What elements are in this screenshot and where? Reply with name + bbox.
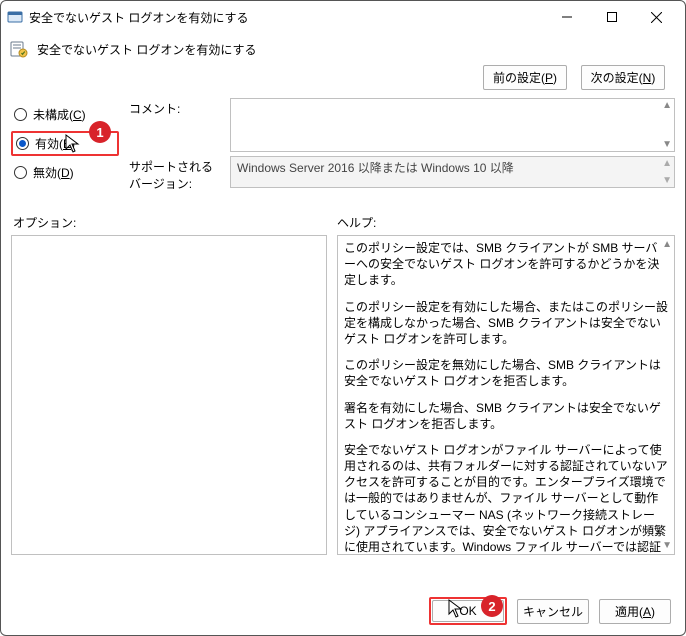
scroll-up-icon[interactable]: ▲: [662, 238, 672, 252]
help-label: ヘルプ:: [337, 214, 376, 231]
policy-title: 安全でないゲスト ログオンを有効にする: [37, 41, 677, 58]
window-title: 安全でないゲスト ログオンを有効にする: [29, 9, 544, 26]
help-text: このポリシー設定を無効にした場合、SMB クライアントは安全でないゲスト ログオ…: [344, 357, 668, 389]
scroll-down-icon: ▼: [662, 175, 672, 186]
footer-buttons: OK キャンセル 適用(A): [429, 597, 671, 625]
maximize-button[interactable]: [589, 2, 634, 32]
options-label: オプション:: [13, 214, 337, 231]
help-text: このポリシー設定では、SMB クライアントが SMB サーバーへの安全でないゲス…: [344, 240, 668, 289]
window-controls: [544, 2, 679, 32]
scroll-down-icon[interactable]: ▼: [662, 139, 672, 150]
help-text: このポリシー設定を有効にした場合、またはこのポリシー設定を構成しなかった場合、S…: [344, 299, 668, 348]
annotation-callout-1: 1: [89, 121, 111, 143]
radio-icon: [14, 108, 27, 121]
close-button[interactable]: [634, 2, 679, 32]
comment-label: コメント:: [129, 98, 224, 152]
options-pane: [11, 235, 327, 555]
supported-on-box: Windows Server 2016 以降または Windows 10 以降 …: [230, 156, 675, 188]
radio-disabled[interactable]: 無効(D): [11, 162, 119, 183]
help-text: 安全でないゲスト ログオンがファイル サーバーによって使用されるのは、共有フォル…: [344, 442, 668, 555]
app-icon: [7, 9, 23, 25]
minimize-button[interactable]: [544, 2, 589, 32]
supported-on-value: Windows Server 2016 以降または Windows 10 以降: [237, 161, 514, 175]
state-radio-group: 未構成(C) 有効(E) 無効(D): [11, 98, 119, 196]
header-row: 安全でないゲスト ログオンを有効にする: [1, 33, 685, 59]
help-text: 署名を有効にした場合、SMB クライアントは安全でないゲスト ログオンを拒否しま…: [344, 400, 668, 432]
apply-button[interactable]: 適用(A): [599, 599, 671, 624]
radio-icon: [16, 137, 29, 150]
policy-icon: [9, 39, 29, 59]
titlebar: 安全でないゲスト ログオンを有効にする: [1, 1, 685, 33]
cancel-button[interactable]: キャンセル: [517, 599, 589, 624]
scroll-up-icon: ▲: [662, 158, 672, 169]
comment-textarea[interactable]: ▲ ▼: [230, 98, 675, 152]
scroll-down-icon[interactable]: ▼: [662, 539, 672, 553]
help-pane[interactable]: このポリシー設定では、SMB クライアントが SMB サーバーへの安全でないゲス…: [337, 235, 675, 555]
supported-label: サポートされるバージョン:: [129, 156, 224, 192]
annotation-callout-2: 2: [481, 595, 503, 617]
previous-setting-button[interactable]: 前の設定(P): [483, 65, 567, 90]
scroll-up-icon[interactable]: ▲: [662, 100, 672, 111]
radio-icon: [14, 166, 27, 179]
content: 未構成(C) 有効(E) 無効(D) コメント: ▲ ▼ サポートされるバージョ…: [1, 90, 685, 555]
next-setting-button[interactable]: 次の設定(N): [581, 65, 665, 90]
